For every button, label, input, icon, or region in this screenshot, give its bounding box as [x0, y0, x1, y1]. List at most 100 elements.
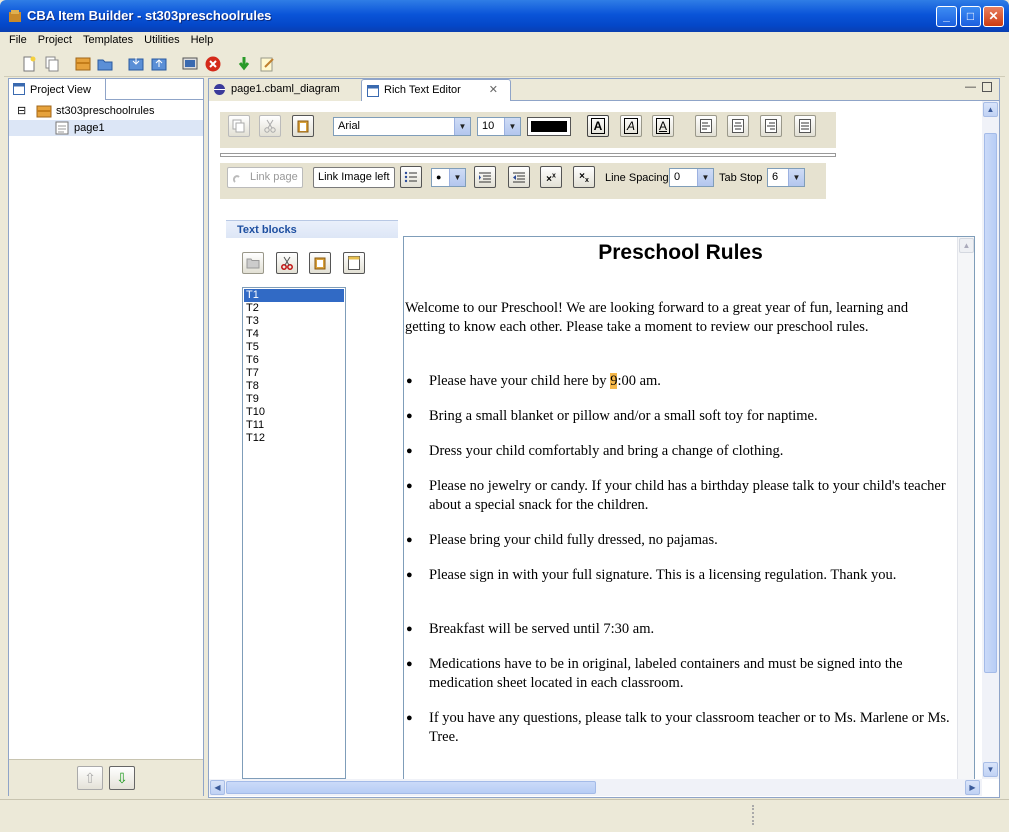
- text-block-open-button[interactable]: [242, 252, 264, 274]
- maximize-button[interactable]: □: [960, 6, 981, 27]
- menu-help[interactable]: Help: [186, 32, 220, 48]
- vertical-scroll-thumb[interactable]: [984, 133, 997, 673]
- text-block-item[interactable]: T7: [244, 367, 344, 380]
- new-file-icon[interactable]: [20, 55, 38, 73]
- bullet-style-select[interactable]: ● ▼: [431, 168, 466, 187]
- paste-button[interactable]: [292, 115, 314, 137]
- bold-button[interactable]: A: [587, 115, 609, 137]
- horizontal-scroll-thumb[interactable]: [226, 781, 596, 794]
- subscript-button[interactable]: ×x: [573, 166, 595, 188]
- minimize-button[interactable]: _: [936, 6, 957, 27]
- line-spacing-select[interactable]: 0 ▼: [669, 168, 714, 187]
- tab-rich-text-editor[interactable]: Rich Text Editor ✕: [361, 79, 511, 101]
- scroll-up-arrow-icon[interactable]: ▲: [959, 238, 974, 253]
- chevron-down-icon: ▼: [454, 118, 470, 135]
- cut-button[interactable]: [259, 115, 281, 137]
- tree-item-page1[interactable]: page1: [9, 120, 203, 136]
- text-block-item[interactable]: T2: [244, 302, 344, 315]
- tab-diagram-label: page1.cbaml_diagram: [231, 83, 340, 95]
- outdent-button[interactable]: [508, 166, 530, 188]
- bullet-marker: ●: [406, 712, 413, 724]
- document-scrollbar[interactable]: ▲: [957, 237, 974, 779]
- copy-icon: [232, 119, 245, 133]
- link-image-left-button[interactable]: Link Image left: [313, 167, 395, 188]
- menu-templates[interactable]: Templates: [78, 32, 139, 48]
- editor-horizontal-scrollbar[interactable]: ◀ ▶: [209, 779, 982, 796]
- align-right-button[interactable]: [760, 115, 782, 137]
- text-block-item[interactable]: T1: [244, 289, 344, 302]
- text-block-item[interactable]: T10: [244, 406, 344, 419]
- tab-stop-select[interactable]: 6 ▼: [767, 168, 805, 187]
- text-color-button[interactable]: [527, 117, 571, 136]
- rich-text-document[interactable]: Preschool Rules Welcome to our Preschool…: [403, 236, 975, 779]
- italic-label: A: [623, 118, 638, 134]
- tab-divider: [106, 99, 203, 100]
- text-block-item[interactable]: T9: [244, 393, 344, 406]
- color-swatch: [531, 121, 567, 132]
- scroll-left-arrow-icon[interactable]: ◀: [210, 780, 225, 795]
- preview-icon[interactable]: [181, 55, 199, 73]
- scroll-down-arrow-icon[interactable]: ▼: [983, 762, 998, 777]
- text-block-paste-button[interactable]: [309, 252, 331, 274]
- menu-utilities[interactable]: Utilities: [139, 32, 185, 48]
- diagram-icon: [214, 84, 225, 95]
- bold-label: A: [590, 118, 606, 134]
- bullet-text: Please bring your child fully dressed, n…: [429, 532, 718, 548]
- menu-project[interactable]: Project: [33, 32, 78, 48]
- scroll-right-arrow-icon[interactable]: ▶: [965, 780, 980, 795]
- bullet-text: Breakfast will be served until 7:30 am.: [429, 621, 655, 637]
- collapse-toggle-icon[interactable]: ⊟: [17, 103, 26, 119]
- import-icon[interactable]: [127, 55, 145, 73]
- text-blocks-header: Text blocks: [226, 220, 398, 238]
- stop-icon[interactable]: [204, 55, 222, 73]
- bullet-marker: ●: [406, 534, 413, 546]
- underline-button[interactable]: A: [652, 115, 674, 137]
- text-block-item[interactable]: T4: [244, 328, 344, 341]
- editor-vertical-scrollbar[interactable]: ▲ ▼: [982, 101, 999, 779]
- scroll-up-arrow-icon[interactable]: ▲: [983, 102, 998, 117]
- bullet-1-pre: Please have your child here by: [429, 373, 611, 389]
- text-block-item[interactable]: T11: [244, 419, 344, 432]
- outdent-icon: [513, 172, 525, 183]
- move-down-button[interactable]: ⇩: [109, 766, 135, 790]
- superscript-button[interactable]: ×x: [540, 166, 562, 188]
- text-block-item[interactable]: T12: [244, 432, 344, 445]
- tree-label-page1: page1: [74, 122, 105, 134]
- italic-button[interactable]: A: [620, 115, 642, 137]
- link-page-button[interactable]: Link page: [227, 167, 303, 188]
- minimize-view-icon[interactable]: —: [965, 81, 976, 93]
- maximize-view-icon[interactable]: [982, 82, 992, 92]
- text-block-item[interactable]: T3: [244, 315, 344, 328]
- align-center-button[interactable]: [727, 115, 749, 137]
- refresh-arrow-icon[interactable]: [235, 55, 253, 73]
- bullet-list-button[interactable]: [400, 166, 422, 188]
- chevron-down-icon: ▼: [697, 169, 713, 186]
- tree-item-project[interactable]: ⊟ st303preschoolrules: [9, 103, 203, 119]
- tab-diagram[interactable]: page1.cbaml_diagram: [209, 79, 361, 101]
- text-block-item[interactable]: T8: [244, 380, 344, 393]
- open-folder-icon[interactable]: [96, 55, 114, 73]
- text-block-cut-button[interactable]: [276, 252, 298, 274]
- line-spacing-value: 0: [674, 171, 681, 183]
- tab-stop-value: 6: [772, 171, 779, 183]
- align-left-button[interactable]: [695, 115, 717, 137]
- text-block-item[interactable]: T5: [244, 341, 344, 354]
- menu-file[interactable]: File: [4, 32, 33, 48]
- justify-button[interactable]: [794, 115, 816, 137]
- copy-page-icon[interactable]: [43, 55, 61, 73]
- close-button[interactable]: ✕: [983, 6, 1004, 27]
- close-tab-icon[interactable]: ✕: [489, 80, 498, 101]
- font-size-select[interactable]: 10 ▼: [477, 117, 521, 136]
- edit-notes-icon[interactable]: [258, 55, 276, 73]
- font-family-select[interactable]: Arial ▼: [333, 117, 471, 136]
- indent-button[interactable]: [474, 166, 496, 188]
- database-icon[interactable]: [74, 55, 92, 73]
- export-icon[interactable]: [150, 55, 168, 73]
- project-view-tab[interactable]: Project View: [9, 79, 106, 100]
- project-view-tab-label: Project View: [30, 84, 91, 96]
- text-block-item[interactable]: T6: [244, 354, 344, 367]
- font-family-value: Arial: [338, 120, 361, 132]
- copy-button[interactable]: [228, 115, 250, 137]
- text-block-new-button[interactable]: [343, 252, 365, 274]
- move-up-button[interactable]: ⇧: [77, 766, 103, 790]
